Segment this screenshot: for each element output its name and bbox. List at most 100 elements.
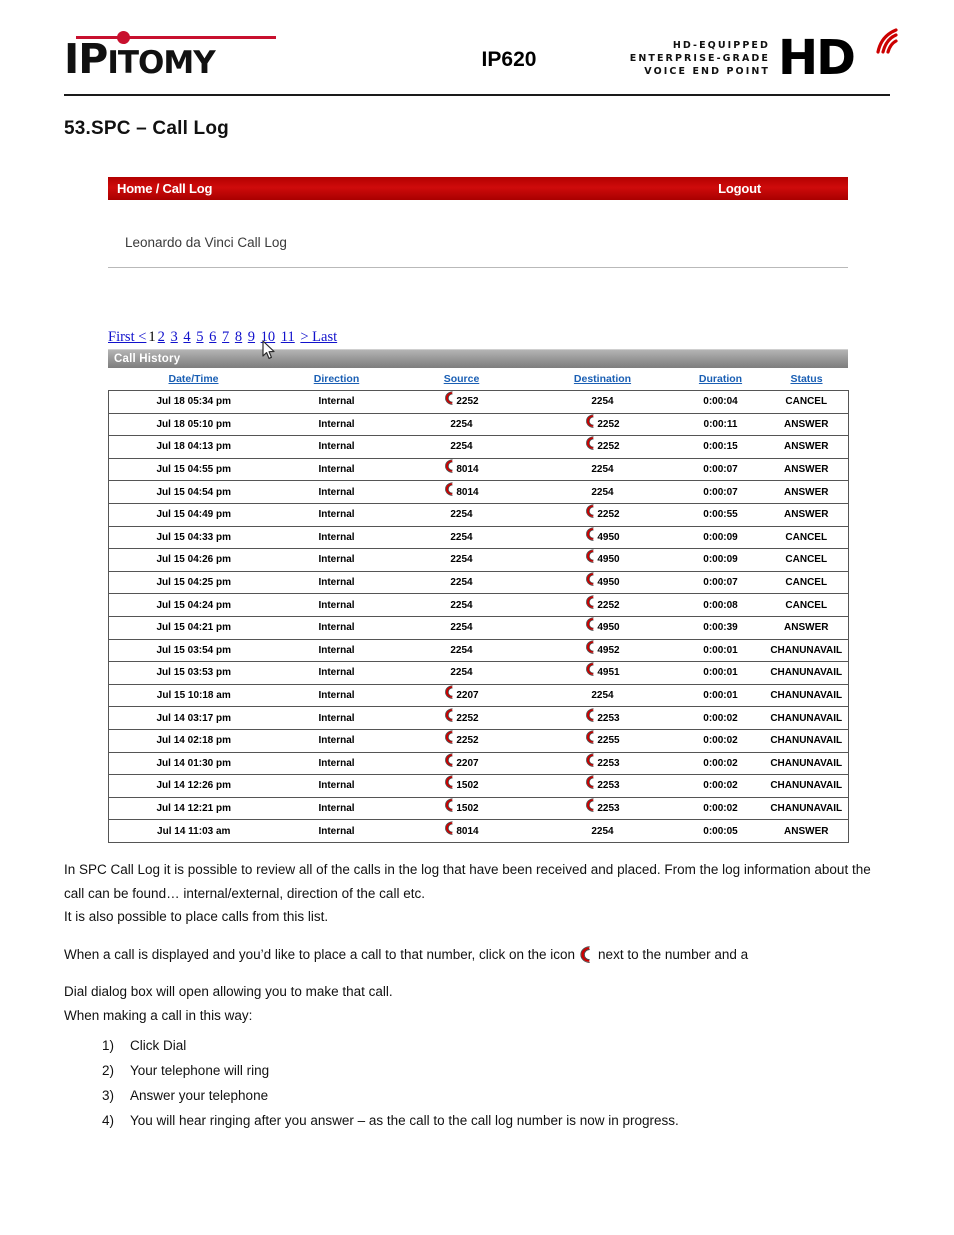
cell-datetime: Jul 14 12:26 pm <box>108 774 279 798</box>
column-header-destination[interactable]: Destination <box>528 368 677 391</box>
phone-handset-icon[interactable] <box>585 436 597 451</box>
cell-source[interactable]: 1502 <box>394 796 529 821</box>
phone-handset-icon[interactable] <box>444 459 456 473</box>
cell-destination-value-group: 2253 <box>585 775 620 791</box>
cell-source[interactable]: 8014 <box>394 480 529 504</box>
cell-source[interactable]: 8014 <box>394 819 529 843</box>
cell-destination[interactable]: 2253 <box>528 774 677 798</box>
column-header-direction[interactable]: Direction <box>278 368 395 391</box>
cell-duration: 0:00:39 <box>676 615 765 640</box>
cell-datetime: Jul 18 04:13 pm <box>108 435 279 459</box>
column-header-source[interactable]: Source <box>394 368 529 391</box>
phone-handset-icon[interactable] <box>585 753 597 767</box>
cell-source-number: 2254 <box>450 599 473 611</box>
cell-direction: Internal <box>278 615 395 640</box>
status-badge: CANCEL <box>764 593 849 617</box>
phone-handset-icon[interactable] <box>444 753 456 767</box>
phone-handset-icon[interactable] <box>444 798 456 812</box>
column-header-duration[interactable]: Duration <box>676 368 765 391</box>
cell-destination[interactable]: 4950 <box>528 525 677 550</box>
list-item-text: Click Dial <box>130 1038 187 1053</box>
phone-handset-icon[interactable] <box>585 730 597 745</box>
column-header-status[interactable]: Status <box>764 368 849 391</box>
column-header-datetime[interactable]: Date/Time <box>108 368 279 391</box>
cell-source[interactable]: 2252 <box>394 390 529 414</box>
pager-page-6[interactable]: 6 <box>209 329 216 345</box>
cell-destination[interactable]: 2253 <box>528 751 677 776</box>
cell-destination[interactable]: 4950 <box>528 615 677 640</box>
cell-duration: 0:00:11 <box>676 412 765 437</box>
cell-datetime: Jul 14 03:17 pm <box>108 706 279 730</box>
pager-page-8[interactable]: 8 <box>235 329 242 345</box>
cell-source[interactable]: 8014 <box>394 457 529 482</box>
signal-waves-icon <box>876 28 898 54</box>
cell-destination[interactable]: 2252 <box>528 435 677 459</box>
cell-destination[interactable]: 2252 <box>528 502 677 527</box>
hd-mark: HD <box>778 28 898 82</box>
breadcrumb[interactable]: Home / Call Log <box>117 181 212 196</box>
phone-handset-icon[interactable] <box>444 730 456 745</box>
phone-handset-icon[interactable] <box>585 594 597 609</box>
phone-handset-icon[interactable] <box>444 482 456 496</box>
pager-first[interactable]: First < <box>108 329 146 345</box>
phone-handset-icon[interactable] <box>444 820 456 835</box>
phone-handset-icon[interactable] <box>444 391 456 406</box>
pager-page-5[interactable]: 5 <box>196 329 203 345</box>
cell-destination[interactable]: 4950 <box>528 548 677 572</box>
phone-handset-icon[interactable] <box>585 414 597 428</box>
cell-source-value-group: 2254 <box>450 419 472 430</box>
pager-page-10[interactable]: 10 <box>261 329 276 345</box>
cell-source[interactable]: 2207 <box>394 683 529 708</box>
phone-handset-icon[interactable] <box>585 504 597 519</box>
phone-handset-icon[interactable] <box>585 775 597 790</box>
status-badge: ANSWER <box>764 480 849 504</box>
phone-handset-icon[interactable] <box>585 572 597 586</box>
phone-handset-icon[interactable] <box>444 775 456 790</box>
call-history-table: Date/Time Direction Source Destination D… <box>108 368 849 843</box>
cell-destination-value-group: 2254 <box>591 487 613 498</box>
pager-page-11[interactable]: 11 <box>281 329 295 345</box>
cell-source-number: 8014 <box>456 825 479 837</box>
cell-destination-value-group: 2254 <box>591 397 613 407</box>
cell-destination-value-group: 2253 <box>585 707 620 724</box>
pager-last[interactable]: > Last <box>300 329 337 345</box>
cell-source-value-group: 8014 <box>444 459 479 475</box>
cell-source-value-group: 2254 <box>450 578 472 588</box>
cell-datetime: Jul 15 04:25 pm <box>108 570 279 595</box>
pager-page-3[interactable]: 3 <box>171 329 178 345</box>
phone-handset-icon[interactable] <box>585 617 597 632</box>
cell-destination[interactable]: 4952 <box>528 638 677 663</box>
cell-destination: 2254 <box>528 819 677 843</box>
phone-handset-icon[interactable] <box>585 798 597 812</box>
cell-source[interactable]: 1502 <box>394 774 529 798</box>
cell-destination[interactable]: 4951 <box>528 661 677 685</box>
phone-handset-icon[interactable] <box>585 662 597 677</box>
cell-direction: Internal <box>278 774 395 798</box>
pager-page-2[interactable]: 2 <box>158 329 165 345</box>
cell-destination-number: 4950 <box>597 554 620 566</box>
cell-destination[interactable]: 2253 <box>528 796 677 821</box>
phone-handset-icon[interactable] <box>444 685 456 699</box>
phone-handset-icon[interactable] <box>444 707 456 722</box>
cell-destination[interactable]: 2255 <box>528 728 677 753</box>
phone-handset-icon[interactable] <box>585 549 597 564</box>
cell-destination[interactable]: 2252 <box>528 412 677 437</box>
cell-destination[interactable]: 4950 <box>528 570 677 595</box>
cell-source[interactable]: 2207 <box>394 751 529 776</box>
phone-handset-icon[interactable] <box>585 527 597 541</box>
table-row: Jul 18 04:13 pm Internal 2254 2252 0:00:15 AN… <box>108 435 849 459</box>
pager-page-7[interactable]: 7 <box>222 329 229 345</box>
cell-destination-value-group: 4951 <box>585 662 620 678</box>
cell-destination[interactable]: 2252 <box>528 593 677 617</box>
cell-source[interactable]: 2252 <box>394 728 529 753</box>
table-row: Jul 15 04:26 pm Internal 2254 4950 0:00:09 CA… <box>108 548 849 572</box>
cell-source: 2254 <box>394 412 529 437</box>
phone-handset-icon[interactable] <box>585 640 597 654</box>
logout-link[interactable]: Logout <box>718 181 761 196</box>
status-badge: ANSWER <box>764 457 849 482</box>
pager-page-4[interactable]: 4 <box>183 329 190 345</box>
cell-destination[interactable]: 2253 <box>528 706 677 730</box>
phone-handset-icon[interactable] <box>585 707 597 722</box>
pager-page-9[interactable]: 9 <box>248 329 255 345</box>
cell-source[interactable]: 2252 <box>394 706 529 730</box>
